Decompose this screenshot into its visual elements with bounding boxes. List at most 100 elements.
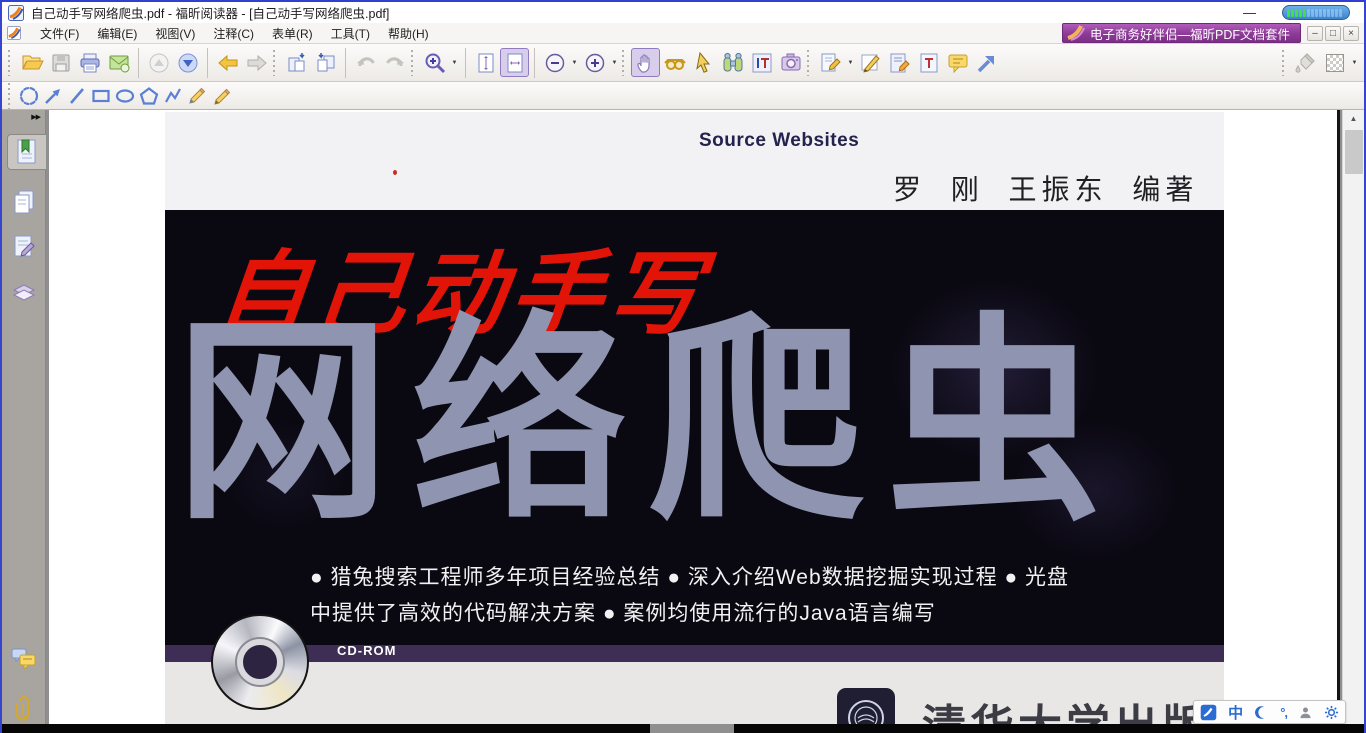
cdrom-disc xyxy=(211,614,309,710)
textbox-tool-button[interactable] xyxy=(914,48,943,77)
sidebar-comments-tab[interactable] xyxy=(7,642,40,678)
ime-language-mode[interactable]: 中 xyxy=(1228,702,1243,723)
toolbar-grip xyxy=(8,82,13,109)
line-tool-button[interactable] xyxy=(65,84,89,108)
select-text-button[interactable] xyxy=(747,48,776,77)
save-button[interactable] xyxy=(46,48,75,77)
toolbar-separator xyxy=(345,47,346,78)
pencil-draw-button[interactable] xyxy=(185,84,209,108)
sidebar-annotations-tab[interactable] xyxy=(7,229,40,265)
cover-bottom-region: 清华大学出版社 xyxy=(165,614,1254,733)
read-mode-button[interactable] xyxy=(660,48,689,77)
toolbar-grip xyxy=(807,49,812,76)
marquee-zoom-dropdown[interactable]: ▼ xyxy=(449,48,460,77)
highlighter-tool-button[interactable] xyxy=(209,84,233,108)
arrow-tool-button[interactable] xyxy=(41,84,65,108)
scrollbar-thumb[interactable] xyxy=(1345,130,1363,174)
pdf-page: Source Websites 罗 刚 王振东 编著 自己动手写 网络爬虫 ● … xyxy=(49,110,1340,733)
transparency-checker-icon xyxy=(1325,53,1344,72)
bullet-line-1: ● 猎兔搜索工程师多年项目经验总结 ● 深入介绍Web数据挖掘实现过程 ● 光盘 xyxy=(310,566,1070,589)
undo-button[interactable] xyxy=(351,48,380,77)
taskbar-peek-segment xyxy=(650,724,734,733)
replace-pages-button[interactable] xyxy=(311,48,340,77)
toolbar-separator xyxy=(207,47,208,78)
foxit-app-icon xyxy=(8,4,24,21)
redo-button[interactable] xyxy=(380,48,409,77)
marquee-zoom-button[interactable] xyxy=(420,48,449,77)
previous-page-button[interactable] xyxy=(144,48,173,77)
go-forward-button[interactable] xyxy=(242,48,271,77)
snapshot-button[interactable] xyxy=(776,48,805,77)
insert-pages-button[interactable] xyxy=(282,48,311,77)
sidebar-attachments-tab[interactable] xyxy=(7,690,40,726)
pencil-tool-button[interactable] xyxy=(856,48,885,77)
child-minimize-button[interactable]: – xyxy=(1307,25,1323,41)
ime-fullwidth-moon-icon[interactable] xyxy=(1254,705,1269,720)
select-annotation-button[interactable] xyxy=(689,48,718,77)
sidebar-pages-tab[interactable] xyxy=(7,184,40,220)
hand-tool-button[interactable] xyxy=(631,48,660,77)
rectangle-tool-button[interactable] xyxy=(89,84,113,108)
toolbar-grip xyxy=(622,49,627,76)
cloud-tool-button[interactable] xyxy=(17,84,41,108)
ime-punctuation-toggle[interactable]: °, xyxy=(1280,705,1288,720)
menu-view[interactable]: 视图(V) xyxy=(146,23,204,44)
oval-tool-button[interactable] xyxy=(113,84,137,108)
ime-logo-icon[interactable] xyxy=(1200,704,1217,721)
menu-bar: 文件(F) 编辑(E) 视图(V) 注释(C) 表单(R) 工具(T) 帮助(H… xyxy=(2,23,1364,44)
cover-purple-band: CD-ROM xyxy=(165,643,1224,662)
bullet-line-2: 中提供了高效的代码解决方案 ● 案例均使用流行的Java语言编写 xyxy=(310,602,936,625)
sidebar-bookmarks-tab[interactable] xyxy=(7,134,46,170)
sidebar-expand-icon[interactable]: ▶▶ xyxy=(31,113,41,121)
edit-document-button[interactable] xyxy=(885,48,914,77)
child-restore-button[interactable]: □ xyxy=(1325,25,1341,41)
polygon-tool-button[interactable] xyxy=(137,84,161,108)
ime-toolbar: 中 °, xyxy=(1193,700,1346,724)
window-minimize-button[interactable]: — xyxy=(1243,5,1256,20)
menu-form[interactable]: 表单(R) xyxy=(263,23,322,44)
screen-bottom-bar xyxy=(2,724,1364,733)
opacity-pattern-button[interactable] xyxy=(1320,48,1349,77)
print-button[interactable] xyxy=(75,48,104,77)
fit-page-button[interactable] xyxy=(500,48,529,77)
promo-banner[interactable]: 电子商务好伴侣—福昕PDF文档套件 xyxy=(1061,23,1301,43)
toolbar-grip xyxy=(411,49,416,76)
menu-help[interactable]: 帮助(H) xyxy=(379,23,438,44)
zoom-in-button[interactable] xyxy=(580,48,609,77)
drawing-toolbar xyxy=(2,82,1364,110)
note-tool-button[interactable] xyxy=(816,48,845,77)
email-button[interactable] xyxy=(104,48,133,77)
menu-file[interactable]: 文件(F) xyxy=(31,23,88,44)
go-back-button[interactable] xyxy=(213,48,242,77)
open-file-button[interactable] xyxy=(17,48,46,77)
next-page-button[interactable] xyxy=(173,48,202,77)
toolbar-grip xyxy=(8,49,13,76)
zoom-out-dropdown[interactable]: ▼ xyxy=(569,48,580,77)
promo-swoosh-icon xyxy=(1067,25,1085,41)
child-close-button[interactable]: × xyxy=(1343,25,1359,41)
menu-comment[interactable]: 注释(C) xyxy=(204,23,263,44)
sidebar-layers-tab[interactable] xyxy=(7,274,40,310)
toolbar-separator xyxy=(138,47,139,78)
menu-tools[interactable]: 工具(T) xyxy=(322,23,379,44)
polyline-tool-button[interactable] xyxy=(161,84,185,108)
note-tool-dropdown[interactable]: ▼ xyxy=(845,48,856,77)
ime-settings-gear-icon[interactable] xyxy=(1324,705,1339,720)
opacity-dropdown[interactable]: ▼ xyxy=(1349,48,1360,77)
cover-bullet-points: ● 猎兔搜索工程师多年项目经验总结 ● 深入介绍Web数据挖掘实现过程 ● 光盘… xyxy=(310,560,1198,632)
zoom-in-dropdown[interactable]: ▼ xyxy=(609,48,620,77)
fill-color-button[interactable] xyxy=(1291,48,1320,77)
search-button[interactable] xyxy=(718,48,747,77)
cover-main-title: 网络爬虫 xyxy=(175,298,1123,545)
scroll-up-button[interactable]: ▲ xyxy=(1343,110,1364,128)
menu-edit[interactable]: 编辑(E) xyxy=(88,23,146,44)
ime-user-icon[interactable] xyxy=(1298,705,1313,720)
navigation-sidebar: ▶▶ xyxy=(2,110,46,733)
share-link-button[interactable] xyxy=(972,48,1001,77)
comment-tool-button[interactable] xyxy=(943,48,972,77)
main-toolbar: ▼ ▼ ▼ ▼ ▼ xyxy=(2,44,1364,82)
fit-width-button[interactable] xyxy=(471,48,500,77)
zoom-out-button[interactable] xyxy=(540,48,569,77)
book-cover-photo: Source Websites 罗 刚 王振东 编著 自己动手写 网络爬虫 ● … xyxy=(165,112,1254,733)
vertical-scrollbar[interactable]: ▲ xyxy=(1342,110,1364,733)
